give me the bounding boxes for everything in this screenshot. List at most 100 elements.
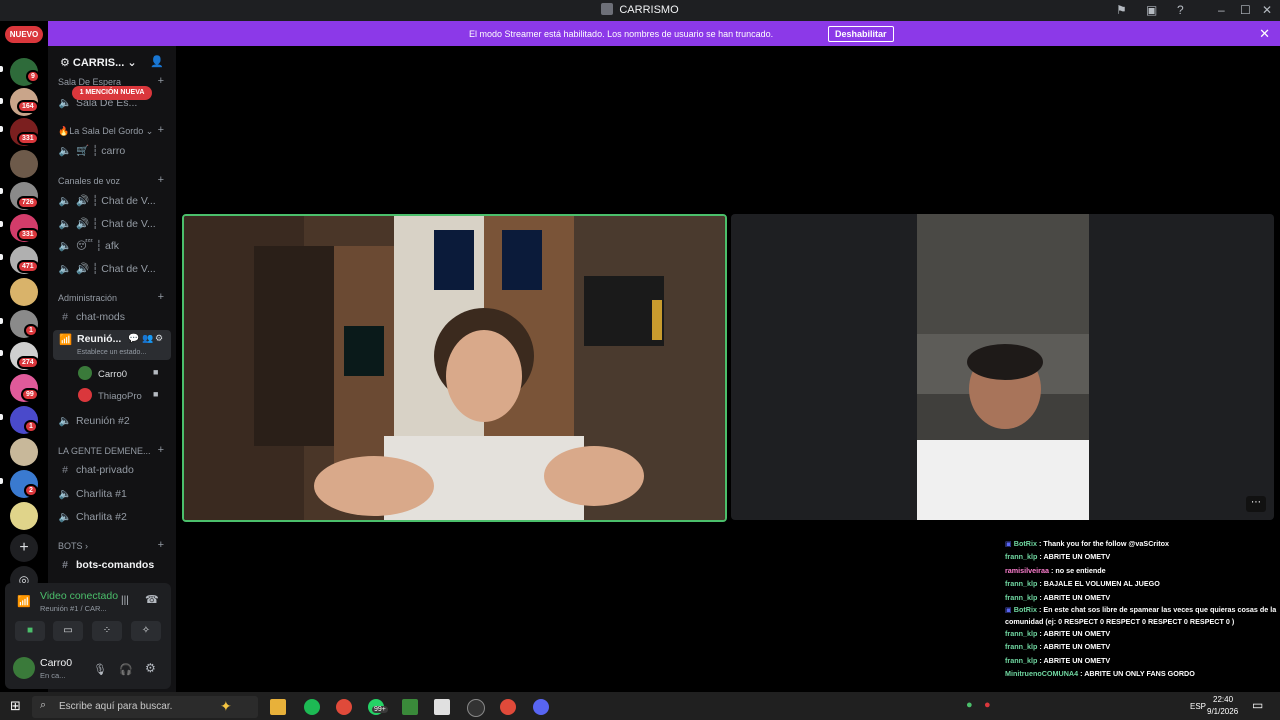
spotify-icon[interactable]: [304, 699, 320, 715]
microphone-icon[interactable]: 🎙: [93, 663, 107, 676]
inbox-icon[interactable]: ⚑: [1116, 3, 1127, 17]
activities-button[interactable]: ⁘: [92, 621, 122, 641]
channel-chat-de-voz-1[interactable]: 🔈 🔊 ┆ Chat de V...: [58, 194, 155, 207]
channel-reunion-2[interactable]: 🔈 Reunión #2: [58, 414, 129, 427]
voice-location[interactable]: Reunión #1 / CAR...: [40, 604, 107, 613]
clock-time[interactable]: 22:40: [1213, 695, 1233, 704]
video-tile-carro0[interactable]: [182, 214, 727, 522]
taskbar-search[interactable]: ⌕ Escribe aquí para buscar. ✦: [32, 696, 258, 718]
server-icon[interactable]: [10, 438, 38, 466]
chat-message: MinitruenoCOMUNA4 : ABRITE UN ONLY FANS …: [1005, 669, 1195, 679]
server-icon: [601, 3, 614, 15]
channel-chat-privado[interactable]: # chat-privado: [58, 464, 134, 476]
category-la-sala-del-gordo[interactable]: 🔥La Sala Del Gordo ⌄: [58, 126, 153, 137]
language-indicator[interactable]: ESP: [1190, 702, 1206, 711]
close-banner-icon[interactable]: ✕: [1259, 26, 1270, 42]
chat-message: frann_klp : ABRITE UN OMETV: [1005, 552, 1111, 562]
channel-afk[interactable]: 🔈 😴 ┆ afk: [58, 239, 119, 252]
user-settings-icon[interactable]: ⚙: [145, 661, 156, 675]
channel-status[interactable]: Establece un estado...: [77, 349, 146, 356]
notifications-icon[interactable]: ▭: [1252, 698, 1263, 712]
help-icon[interactable]: ?: [1177, 3, 1184, 17]
speaker-icon: 🔈: [58, 218, 72, 230]
voice-active-icon: 📶: [59, 334, 73, 346]
more-options-icon[interactable]: ⋯: [1246, 496, 1266, 512]
headphones-icon[interactable]: 🎧: [119, 663, 133, 676]
chrome-profile-icon[interactable]: [500, 699, 516, 715]
server-badge: 726: [17, 196, 39, 209]
channel-bots-comandos[interactable]: # bots-comandos: [58, 559, 154, 571]
chevron-down-icon: ⌄: [127, 57, 137, 69]
file-explorer-icon[interactable]: [270, 699, 286, 715]
unread-indicator: [0, 318, 3, 324]
channel-chat-de-voz-3[interactable]: 🔈 🔊 ┆ Chat de V...: [58, 262, 155, 275]
clock-date[interactable]: 9/1/2026: [1207, 707, 1238, 716]
server-icon[interactable]: [10, 150, 38, 178]
username[interactable]: Carro0: [40, 657, 72, 669]
add-server-icon[interactable]: +: [10, 534, 38, 562]
chat-bubble-icon[interactable]: 💬: [128, 333, 139, 344]
whatsapp-tray-icon[interactable]: ●: [966, 699, 973, 711]
category-administracion[interactable]: Administración: [58, 293, 117, 303]
voice-user-carro0[interactable]: Carro0: [78, 366, 127, 380]
screen-share-icon[interactable]: ▣: [1146, 3, 1157, 17]
new-mention-badge[interactable]: 1 MENCIÓN NUEVA: [72, 86, 152, 100]
window-title: CARRISMO: [0, 3, 1280, 16]
channel-charlita-2[interactable]: 🔈 Charlita #2: [58, 510, 126, 523]
invite-icon[interactable]: 👥: [142, 333, 153, 344]
signal-icon[interactable]: 📶: [17, 595, 31, 608]
disable-streamer-button[interactable]: Deshabilitar: [828, 26, 894, 42]
maximize-icon[interactable]: ☐: [1240, 3, 1251, 17]
soundboard-button[interactable]: ✧: [131, 621, 161, 641]
new-badge[interactable]: NUEVO: [5, 26, 43, 43]
chat-message: ▣ BotRix : Thank you for the follow @vaS…: [1005, 539, 1169, 548]
server-icon[interactable]: [10, 278, 38, 306]
channel-carro[interactable]: 🔈 🛒 ┆ carro: [58, 144, 125, 157]
category-la-gente[interactable]: LA GENTE DEMENE...: [58, 446, 151, 456]
video-tile-thiagopro[interactable]: ⋯: [731, 214, 1274, 520]
add-channel-icon[interactable]: +: [158, 75, 164, 87]
chat-message: frann_klp : ABRITE UN OMETV: [1005, 655, 1111, 665]
discord-icon[interactable]: [533, 699, 549, 715]
add-channel-icon[interactable]: +: [158, 124, 164, 136]
minimize-icon[interactable]: –: [1218, 3, 1225, 17]
channel-reunion-1[interactable]: 📶 Reunió... Establece un estado... 💬 👥 ⚙: [53, 330, 171, 360]
category-bots[interactable]: BOTS ›: [58, 541, 88, 551]
camera-button[interactable]: ■: [15, 621, 45, 641]
chat-message: ▣ BotRix : En este chat sos libre de spa…: [1005, 605, 1277, 626]
server-icon[interactable]: [10, 502, 38, 530]
channel-charlita-1[interactable]: 🔈 Charlita #1: [58, 487, 126, 500]
chat-message: frann_klp : ABRITE UN OMETV: [1005, 642, 1111, 652]
unread-indicator: [0, 478, 3, 484]
settings-gear-icon[interactable]: ⚙: [155, 333, 163, 344]
add-channel-icon[interactable]: +: [158, 291, 164, 303]
minecraft-icon[interactable]: [402, 699, 418, 715]
store-icon[interactable]: [434, 699, 450, 715]
speaker-icon: 🔈: [58, 511, 72, 523]
category-canales-de-voz[interactable]: Canales de voz: [58, 176, 120, 186]
add-channel-icon[interactable]: +: [158, 539, 164, 551]
speaker-icon: 🔈: [58, 415, 72, 427]
voice-user-thiagopro[interactable]: ThiagoPro: [78, 388, 142, 402]
add-channel-icon[interactable]: +: [158, 444, 164, 456]
channel-chat-mods[interactable]: # chat-mods: [58, 311, 125, 323]
noise-suppression-icon[interactable]: |||: [121, 595, 129, 606]
speaker-icon: 🔈: [58, 488, 72, 500]
disconnect-icon[interactable]: ☎: [145, 593, 159, 606]
chrome-icon[interactable]: [336, 699, 352, 715]
server-header[interactable]: ⚙ CARRIS... ⌄: [60, 56, 137, 69]
add-member-icon[interactable]: 👤: [150, 55, 164, 68]
windows-start-icon[interactable]: ⊞: [10, 698, 21, 714]
webcam-feed-room: [184, 216, 725, 520]
obs-icon[interactable]: [467, 699, 485, 717]
add-channel-icon[interactable]: +: [158, 174, 164, 186]
screen-share-button[interactable]: ▭: [53, 621, 83, 641]
channel-chat-de-voz-2[interactable]: 🔈 🔊 ┆ Chat de V...: [58, 217, 155, 230]
unread-indicator: [0, 126, 3, 132]
user-avatar[interactable]: [13, 657, 35, 679]
voice-status[interactable]: Video conectado: [40, 590, 118, 602]
tray-icon[interactable]: ●: [984, 699, 991, 711]
speaker-icon: 🔈: [58, 240, 72, 252]
avatar: [78, 388, 92, 402]
close-window-icon[interactable]: ✕: [1262, 3, 1272, 17]
